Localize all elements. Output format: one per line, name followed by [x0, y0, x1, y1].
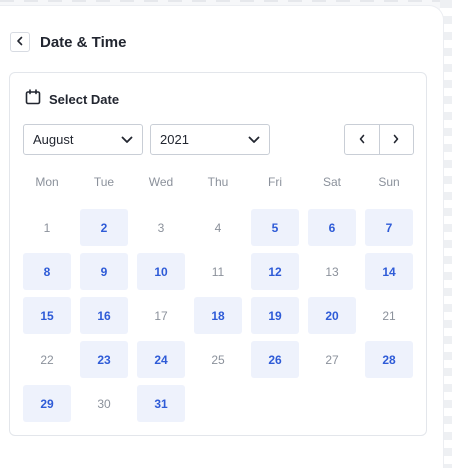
chevron-down-icon [248, 131, 260, 149]
next-month-button[interactable] [378, 125, 414, 154]
calendar-day-grid: 1 2 3 4 5 6 7 8 9 10 11 12 13 14 15 16 1… [23, 209, 415, 422]
calendar-day-unavailable: 11 [211, 264, 225, 279]
calendar-day-unavailable: 25 [211, 352, 225, 367]
calendar-day-unavailable: 3 [157, 220, 165, 235]
calendar-day-available[interactable]: 23 [80, 341, 128, 378]
weekday-label: Sat [322, 175, 341, 189]
calendar-day-unavailable: 21 [382, 308, 396, 323]
card-header: Select Date [25, 89, 119, 110]
year-select-value: 2021 [160, 132, 189, 147]
page-title: Date & Time [40, 33, 127, 51]
calendar-day-available[interactable]: 5 [251, 209, 299, 246]
calendar-day-available[interactable]: 9 [80, 253, 128, 290]
calendar-day-available[interactable]: 28 [365, 341, 413, 378]
date-picker-card: Select Date August 2021 Mon Tue Wed Thu … [9, 72, 427, 436]
calendar-day-available[interactable]: 15 [23, 297, 71, 334]
date-time-panel: Date & Time Select Date August 2021 Mon … [0, 6, 443, 468]
calendar-day-available[interactable]: 12 [251, 253, 299, 290]
weekday-label: Fri [268, 175, 282, 189]
month-navigation [344, 124, 414, 155]
chevron-down-icon [121, 131, 133, 149]
weekday-label: Sun [378, 175, 400, 189]
previous-month-button[interactable] [345, 125, 379, 154]
calendar-day-unavailable: 4 [214, 220, 222, 235]
calendar-day-available[interactable]: 26 [251, 341, 299, 378]
month-select-value: August [33, 132, 74, 147]
weekday-label: Wed [148, 175, 174, 189]
year-select[interactable]: 2021 [150, 124, 270, 155]
calendar-day-available[interactable]: 7 [365, 209, 413, 246]
calendar-day-available[interactable]: 20 [308, 297, 356, 334]
chevron-left-icon [15, 33, 25, 51]
calendar-day-available[interactable]: 10 [137, 253, 185, 290]
calendar-day-unavailable: 30 [97, 396, 111, 411]
calendar-day-available[interactable]: 18 [194, 297, 242, 334]
top-divider [0, 0, 452, 2]
calendar-day-available[interactable]: 19 [251, 297, 299, 334]
calendar-day-available[interactable]: 31 [137, 385, 185, 422]
calendar-day-unavailable: 17 [154, 308, 168, 323]
weekday-label: Mon [35, 175, 59, 189]
calendar-day-unavailable: 27 [325, 352, 339, 367]
select-date-label: Select Date [49, 92, 120, 107]
weekday-label: Tue [93, 175, 115, 189]
panel-header: Date & Time [10, 31, 126, 53]
calendar-day-available[interactable]: 8 [23, 253, 71, 290]
back-button[interactable] [10, 32, 30, 52]
calendar-day-available[interactable]: 16 [80, 297, 128, 334]
calendar-day-available[interactable]: 6 [308, 209, 356, 246]
calendar-day-available[interactable]: 14 [365, 253, 413, 290]
weekday-header-row: Mon Tue Wed Thu Fri Sat Sun [23, 175, 415, 193]
calendar-day-available[interactable]: 24 [137, 341, 185, 378]
calendar-icon [25, 89, 41, 110]
calendar-day-unavailable: 13 [325, 264, 339, 279]
chevron-right-icon [392, 131, 400, 149]
chevron-left-icon [358, 131, 366, 149]
calendar-day-available[interactable]: 29 [23, 385, 71, 422]
calendar-day-available[interactable]: 2 [80, 209, 128, 246]
calendar-day-unavailable: 22 [40, 352, 54, 367]
app-screen: Date & Time Select Date August 2021 Mon … [0, 0, 452, 468]
weekday-label: Thu [207, 175, 229, 189]
calendar-day-unavailable: 1 [43, 220, 51, 235]
month-select[interactable]: August [23, 124, 143, 155]
